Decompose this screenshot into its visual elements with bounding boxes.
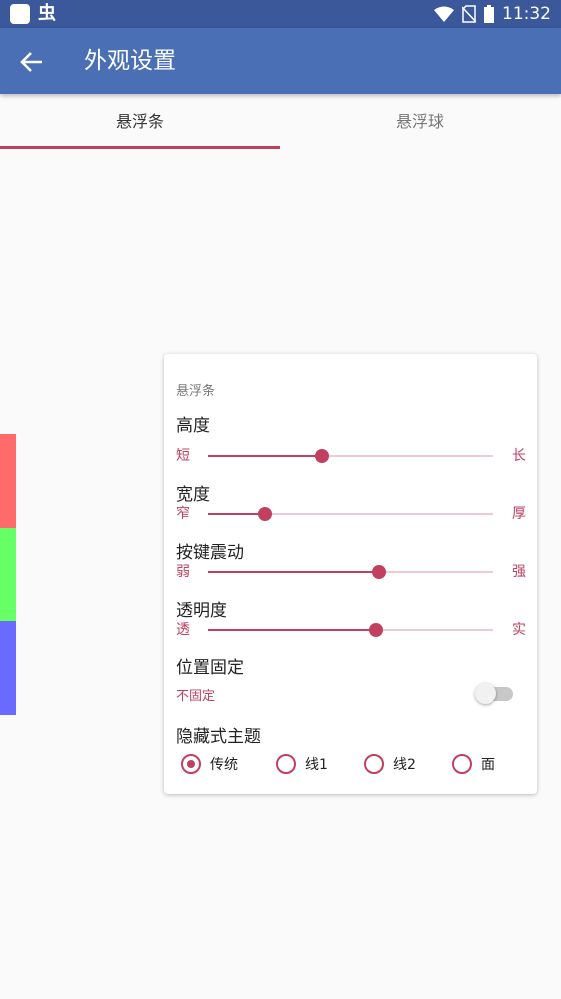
arrow-back-icon (20, 52, 42, 72)
slider-fill (208, 571, 379, 573)
floating-bar-settings-card: 悬浮条 高度 短 长 宽度 窄 厚 按键震动 弱 强 透明度 透 实 位置固定 … (164, 354, 537, 794)
radio-label: 线2 (393, 757, 416, 773)
status-time: 11:32 (502, 4, 551, 24)
key-vibration-slider[interactable]: 弱 强 (176, 562, 526, 582)
tab-floating-ball[interactable]: 悬浮球 (280, 94, 560, 150)
position-fixed-toggle[interactable] (475, 683, 513, 704)
width-slider[interactable]: 窄 厚 (176, 504, 526, 524)
card-header: 悬浮条 (176, 384, 216, 399)
slider-max-label: 厚 (512, 506, 526, 522)
toggle-thumb[interactable] (475, 683, 496, 704)
hidden-theme-label: 隐藏式主题 (176, 727, 261, 747)
radio-button[interactable] (364, 754, 384, 774)
hidden-theme-radio-group: 传统 线1 线2 面 (181, 752, 526, 776)
floating-bar-segment-blue[interactable] (0, 621, 16, 715)
radio-label: 面 (481, 757, 495, 773)
slider-track[interactable] (208, 623, 493, 637)
status-bar: 虫 11:32 (0, 0, 561, 28)
key-vibration-label: 按键震动 (176, 543, 244, 563)
slider-track[interactable] (208, 565, 493, 579)
height-slider[interactable]: 短 长 (176, 446, 526, 466)
transparency-slider[interactable]: 透 实 (176, 620, 526, 640)
theme-option-traditional[interactable]: 传统 (181, 752, 238, 776)
slider-thumb[interactable] (372, 565, 386, 579)
slider-track[interactable] (208, 449, 493, 463)
theme-option-line2[interactable]: 线2 (364, 752, 416, 776)
theme-option-line1[interactable]: 线1 (276, 752, 328, 776)
tab-floating-bar[interactable]: 悬浮条 (0, 94, 280, 150)
height-label: 高度 (176, 416, 210, 436)
radio-button[interactable] (276, 754, 296, 774)
slider-min-label: 窄 (176, 506, 190, 522)
floating-bar-segment-red[interactable] (0, 434, 16, 528)
radio-label: 线1 (305, 757, 328, 773)
position-fixed-status: 不固定 (176, 689, 216, 704)
radio-button[interactable] (452, 754, 472, 774)
slider-min-label: 透 (176, 622, 190, 638)
slider-max-label: 强 (512, 564, 526, 580)
slider-min-label: 弱 (176, 564, 190, 580)
slider-fill (208, 513, 265, 515)
radio-label: 传统 (210, 757, 238, 773)
position-fixed-label: 位置固定 (176, 658, 244, 678)
radio-selected-dot (187, 760, 195, 768)
slider-max-label: 长 (512, 448, 526, 464)
transparency-label: 透明度 (176, 601, 227, 621)
notification-square-icon (10, 4, 30, 24)
back-button[interactable] (18, 47, 48, 77)
app-notification-icon: 虫 (38, 3, 56, 24)
slider-fill (208, 455, 322, 457)
slider-min-label: 短 (176, 448, 190, 464)
app-bar: 外观设置 (0, 28, 561, 94)
slider-thumb[interactable] (315, 449, 329, 463)
slider-fill (208, 629, 377, 631)
width-label: 宽度 (176, 485, 210, 505)
tab-indicator (0, 146, 280, 149)
theme-option-surface[interactable]: 面 (452, 752, 495, 776)
tab-bar: 悬浮条 悬浮球 (0, 94, 561, 150)
slider-thumb[interactable] (369, 623, 384, 637)
slider-thumb[interactable] (258, 507, 272, 521)
floating-bar-segment-green[interactable] (0, 528, 16, 621)
page-title: 外观设置 (84, 48, 176, 74)
slider-max-label: 实 (512, 622, 526, 638)
battery-icon (484, 5, 494, 23)
radio-button[interactable] (181, 754, 201, 774)
slider-track[interactable] (208, 507, 493, 521)
wifi-icon (434, 6, 454, 22)
no-sim-icon (462, 5, 476, 23)
